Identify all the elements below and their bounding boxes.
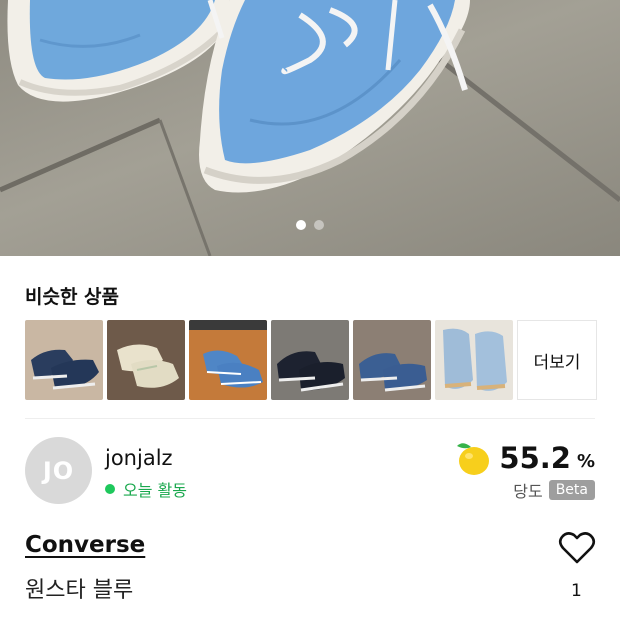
cream-sneakers-photo xyxy=(107,320,185,400)
carousel-dot[interactable] xyxy=(314,220,324,230)
similar-products-title: 비슷한 상품 xyxy=(25,286,120,308)
sweetness-score: 55.2 % xyxy=(453,438,595,478)
online-status-dot xyxy=(105,484,115,494)
like-count: 1 xyxy=(571,581,582,601)
see-more-button[interactable]: 더보기 xyxy=(517,320,597,400)
black-sneakers-photo xyxy=(271,320,349,400)
similar-product-thumb[interactable] xyxy=(353,320,431,400)
seller-avatar[interactable]: JO xyxy=(25,437,92,504)
like-button[interactable] xyxy=(558,531,596,569)
sweetness-label: 당도 xyxy=(513,482,543,501)
similar-product-thumb[interactable] xyxy=(107,320,185,400)
lemon-icon xyxy=(457,443,490,475)
blue-sneakers-photo xyxy=(189,320,267,400)
similar-product-thumb[interactable] xyxy=(189,320,267,400)
lightblue-sneakers-photo xyxy=(435,320,513,400)
carousel-dot[interactable] xyxy=(296,220,306,230)
denim-sneakers-photo xyxy=(353,320,431,400)
heart-icon xyxy=(558,532,596,564)
similar-products-list: 더보기 xyxy=(25,320,597,400)
carousel-indicator xyxy=(0,220,620,230)
seller-activity: 오늘 활동 xyxy=(105,477,187,501)
seller-activity-text: 오늘 활동 xyxy=(123,481,187,500)
section-divider xyxy=(25,418,595,419)
beta-badge: Beta xyxy=(548,480,595,500)
sweetness-value: 55.2 xyxy=(499,441,571,475)
brand-link[interactable]: Converse xyxy=(25,532,145,558)
similar-product-thumb[interactable] xyxy=(25,320,103,400)
sweetness-label-row: 당도 Beta xyxy=(513,478,595,502)
similar-product-thumb[interactable] xyxy=(435,320,513,400)
navy-sneakers-photo xyxy=(25,320,103,400)
seller-name[interactable]: jonjalz xyxy=(105,446,173,470)
product-title: 원스타 블루 xyxy=(25,578,134,603)
product-hero-image[interactable] xyxy=(0,0,620,256)
similar-product-thumb[interactable] xyxy=(271,320,349,400)
sneakers-photo xyxy=(0,0,620,256)
sweetness-unit: % xyxy=(576,450,595,472)
